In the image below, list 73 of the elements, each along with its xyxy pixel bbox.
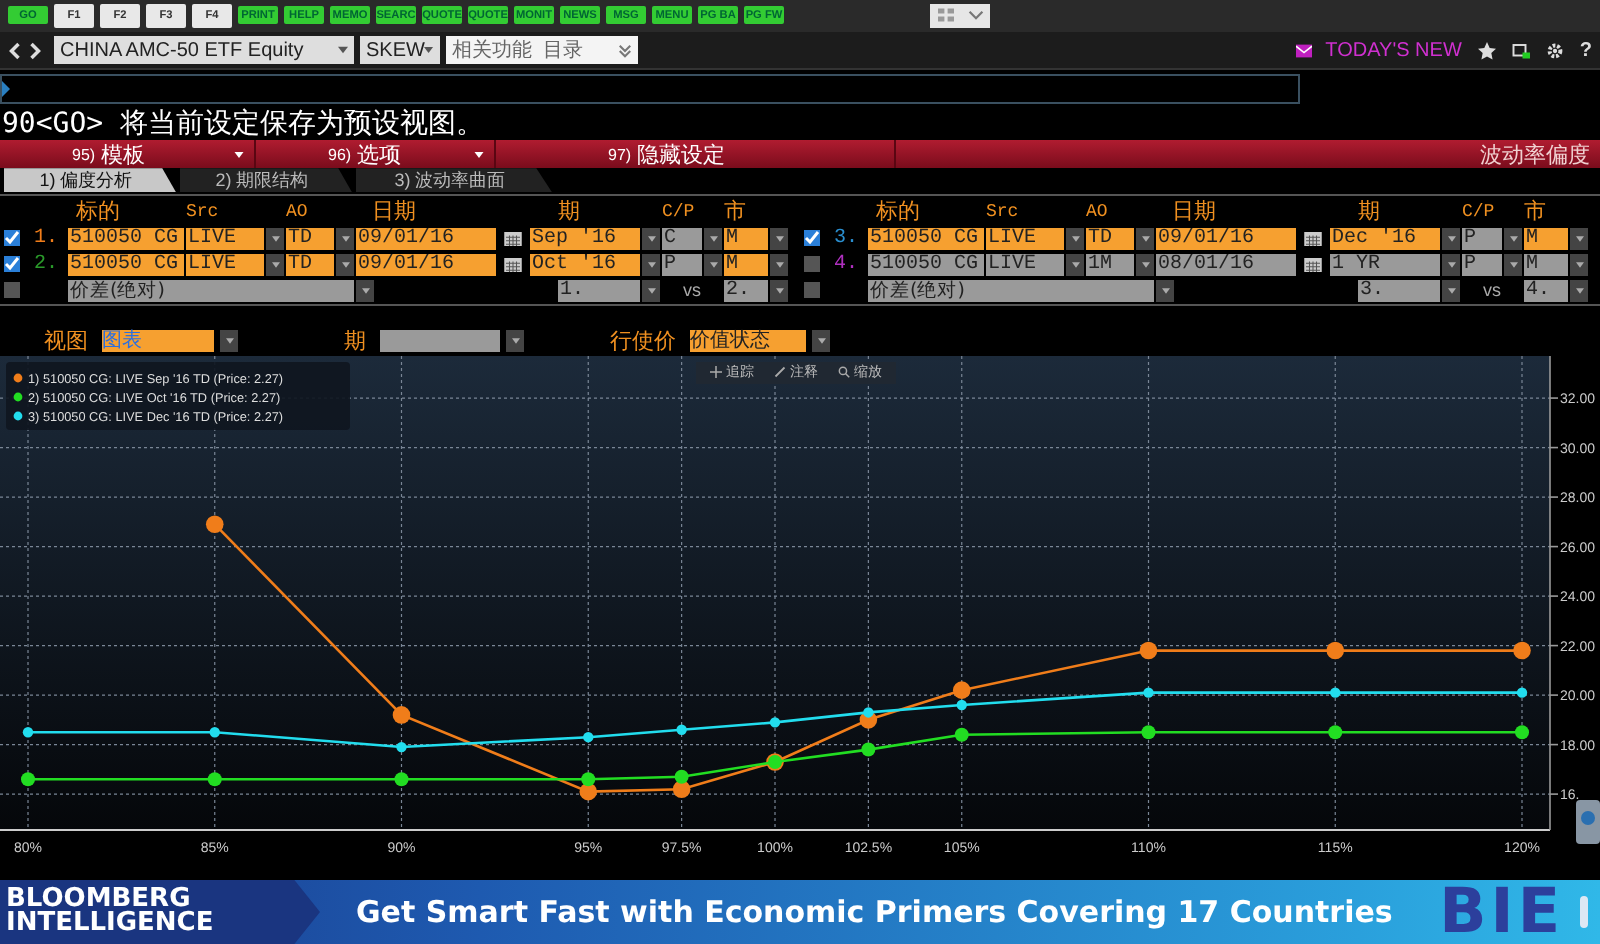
- vs-label: vs: [1481, 280, 1503, 301]
- brand-text: BLOOMBERG: [6, 887, 191, 912]
- tab[interactable]: 3) 波动率曲面: [356, 168, 552, 193]
- call-put-field[interactable]: P: [662, 253, 702, 276]
- security-field[interactable]: CHINA AMC-50 ETF Equity: [54, 36, 354, 65]
- ad-banner[interactable]: BLOOMBERG INTELLIGENCE Get Smart Fast with Economic Primers Covering 17 Countries BIE: [0, 879, 1600, 944]
- help-button[interactable]: ?: [1579, 39, 1592, 62]
- strike-label: 行使价: [610, 327, 676, 356]
- ticker-field[interactable]: 510050 CG: [868, 253, 984, 276]
- expiry-field[interactable]: Oct '16: [530, 253, 640, 276]
- market-field[interactable]: M: [724, 227, 768, 250]
- column-header: 日期: [1170, 199, 1218, 224]
- ticker-field[interactable]: 510050 CG: [868, 227, 984, 250]
- source-field[interactable]: LIVE: [986, 253, 1064, 276]
- market-field[interactable]: M: [1524, 253, 1568, 276]
- column-header: Src: [986, 201, 1021, 222]
- expiry-field[interactable]: Dec '16: [1330, 227, 1440, 250]
- row-number: 2.: [34, 253, 61, 276]
- row-number: 1.: [34, 227, 61, 250]
- column-header: Src: [186, 201, 221, 222]
- column-header: 日期: [370, 199, 418, 224]
- as-of-field[interactable]: TD: [286, 227, 334, 250]
- as-of-field[interactable]: 1M: [1086, 253, 1134, 276]
- date-field[interactable]: 09/01/16: [356, 227, 496, 250]
- brand-text: INTELLIGENCE: [6, 911, 216, 936]
- column-header: C/P: [662, 201, 697, 222]
- column-header: AO: [286, 201, 310, 222]
- news-ticker[interactable]: TODAY'S NEW: [1325, 39, 1462, 62]
- view-label: 视图: [44, 327, 88, 356]
- row-number: 3.: [834, 227, 861, 250]
- vs-label: vs: [681, 280, 703, 301]
- status-message: 90<GO> 将当前设定保存为预设视图。: [0, 108, 487, 141]
- page-title: 波动率偏度: [1480, 141, 1590, 170]
- column-header: 标的: [874, 199, 922, 224]
- column-header: C/P: [1462, 201, 1497, 222]
- tab[interactable]: 1) 偏度分析: [4, 168, 176, 193]
- call-put-field[interactable]: C: [662, 227, 702, 250]
- column-header: 期: [556, 199, 582, 224]
- date-field[interactable]: 09/01/16: [356, 253, 496, 276]
- source-field[interactable]: LIVE: [186, 253, 264, 276]
- ticker-field[interactable]: 510050 CG: [68, 253, 184, 276]
- column-header: 期: [1356, 199, 1382, 224]
- source-field[interactable]: LIVE: [186, 227, 264, 250]
- column-header: 市: [1524, 199, 1548, 224]
- strike-field[interactable]: 价值状态: [690, 329, 806, 352]
- call-put-field[interactable]: P: [1462, 253, 1502, 276]
- tab[interactable]: 2) 期限结构: [180, 168, 352, 193]
- expiry-field[interactable]: 1 YR: [1330, 253, 1440, 276]
- banner-logo: BIE: [1439, 875, 1564, 944]
- spread-leg-field[interactable]: 1.: [558, 279, 640, 302]
- period-label: 期: [344, 327, 366, 356]
- call-put-field[interactable]: P: [1462, 227, 1502, 250]
- date-field[interactable]: 09/01/16: [1156, 227, 1296, 250]
- column-header: 市: [724, 199, 748, 224]
- market-field[interactable]: M: [1524, 227, 1568, 250]
- expiry-field[interactable]: Sep '16: [530, 227, 640, 250]
- related-functions-field[interactable]: 相关功能 目录: [446, 36, 638, 65]
- as-of-field[interactable]: TD: [1086, 227, 1134, 250]
- as-of-field[interactable]: TD: [286, 253, 334, 276]
- column-header: AO: [1086, 201, 1110, 222]
- row-number: 4.: [834, 253, 861, 276]
- function-field[interactable]: SKEW: [360, 36, 440, 65]
- spread-type-field[interactable]: 价差(绝对): [68, 279, 354, 302]
- market-field[interactable]: M: [724, 253, 768, 276]
- spread-leg-field[interactable]: 3.: [1358, 279, 1440, 302]
- spread-leg-field[interactable]: 2.: [724, 279, 768, 302]
- date-field[interactable]: 08/01/16: [1156, 253, 1296, 276]
- spread-type-field[interactable]: 价差(绝对): [868, 279, 1154, 302]
- ticker-field[interactable]: 510050 CG: [68, 227, 184, 250]
- column-header: 标的: [74, 199, 122, 224]
- spread-leg-field[interactable]: 4.: [1524, 279, 1568, 302]
- source-field[interactable]: LIVE: [986, 227, 1064, 250]
- banner-headline: Get Smart Fast with Economic Primers Covering 17 Countries: [356, 893, 1393, 930]
